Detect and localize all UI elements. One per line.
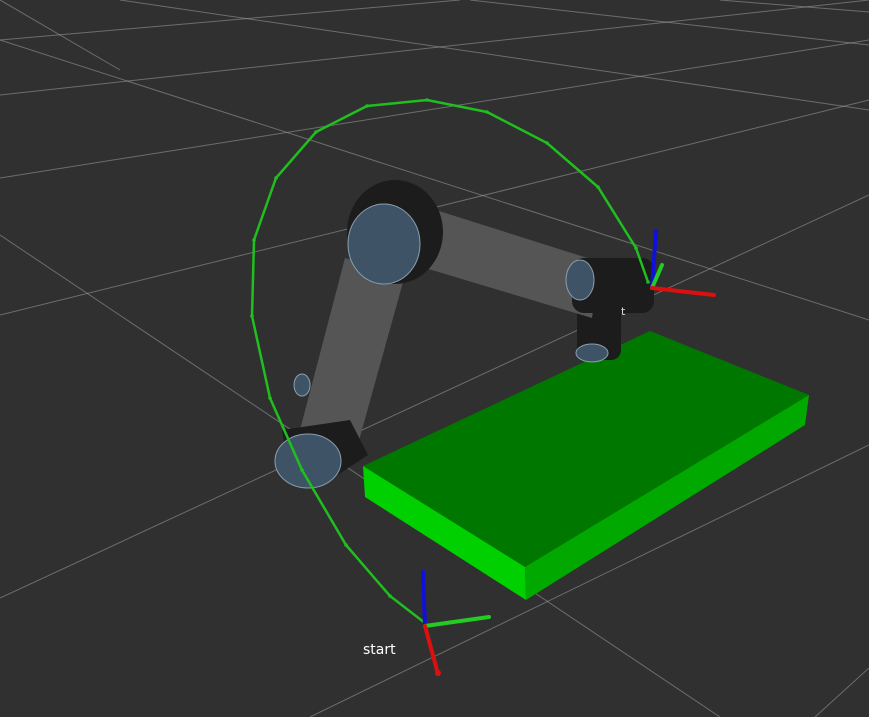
start-x-axis (423, 624, 440, 676)
grid-line (0, 39, 869, 179)
shoulder-small-cap (293, 373, 311, 397)
start-frame-axes-icon (421, 570, 491, 676)
trajectory-waypoint (274, 176, 278, 180)
grid-line (0, 39, 869, 321)
trajectory-waypoint (252, 238, 256, 242)
tool-frame-label: t (621, 305, 626, 318)
trajectory-waypoint (388, 594, 392, 598)
start-frame-label: start (363, 642, 396, 658)
goal-frame-axes-icon (650, 229, 716, 297)
scene-canvas[interactable] (0, 0, 869, 717)
trajectory-waypoint (634, 246, 638, 250)
trajectory-waypoint (268, 396, 272, 400)
grid-line (0, 0, 461, 41)
wrist-1-cap (565, 259, 595, 301)
start-y-axis (423, 615, 491, 628)
start-z-axis (421, 570, 427, 628)
elbow-cap (347, 203, 421, 285)
trajectory-waypoint (485, 110, 489, 114)
trajectory-waypoint (596, 185, 600, 189)
trajectory-waypoint (545, 141, 549, 145)
wrist-2-cap (575, 343, 609, 363)
grid-line (719, 0, 869, 13)
3d-viewport[interactable]: start t (0, 0, 869, 717)
trajectory-waypoint (300, 468, 304, 472)
grid-line (119, 0, 869, 111)
trajectory-waypoint (344, 543, 348, 547)
trajectory-waypoint (365, 104, 369, 108)
floor-grid (0, 0, 869, 717)
grid-line (814, 667, 869, 717)
trajectory-waypoint (425, 98, 429, 102)
trajectory-waypoint (314, 130, 318, 134)
grid-line (0, 0, 869, 96)
table-obstacle[interactable] (363, 331, 809, 600)
trajectory-waypoint (250, 314, 254, 318)
trajectory-waypoint (646, 280, 650, 284)
start-x-axis-tip (435, 670, 441, 676)
